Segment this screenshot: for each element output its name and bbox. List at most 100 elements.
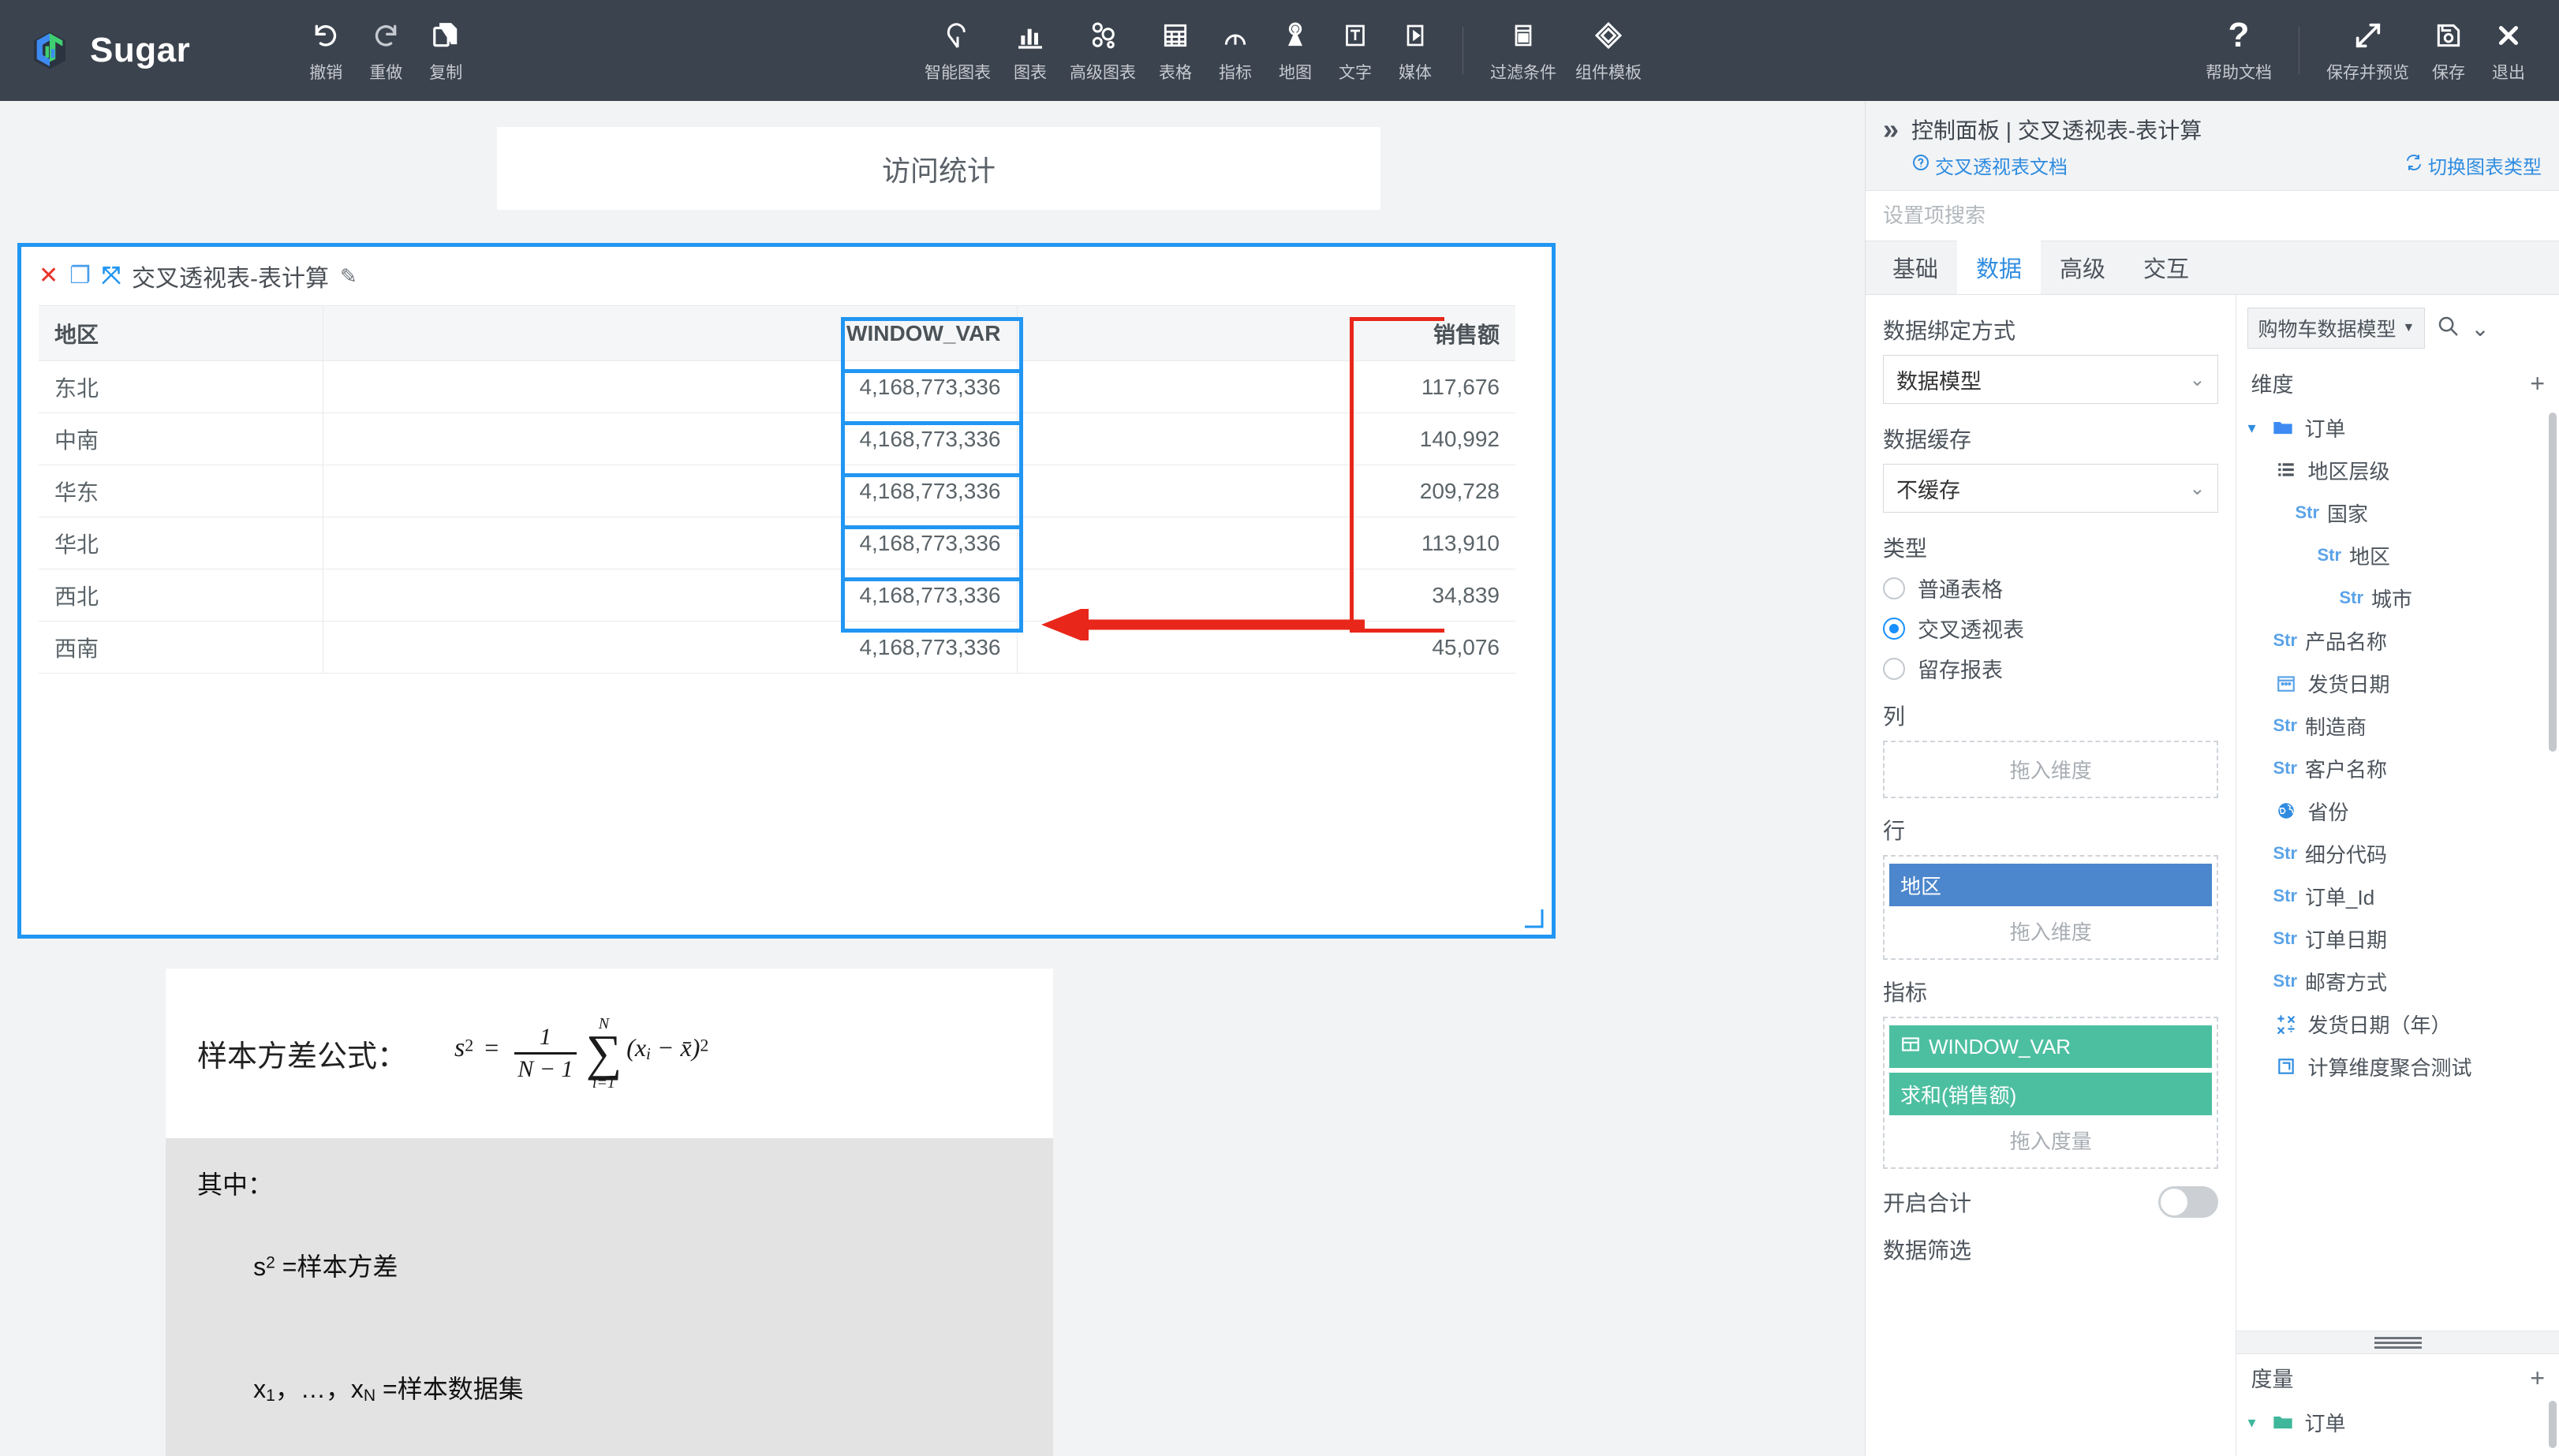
insert-smart-chart-label: 智能图表: [925, 64, 991, 82]
save-button[interactable]: 保存: [2419, 11, 2479, 90]
variance-formula: s2 = 1 N − 1 N ∑ i=1 (xi − x̄)2: [454, 1016, 708, 1090]
insert-media-button[interactable]: 媒体: [1385, 11, 1445, 90]
duplicate-icon[interactable]: ❐: [69, 264, 91, 288]
radio-pivot-table[interactable]: 交叉透视表: [1883, 613, 2218, 644]
dimension-list-scrollbar[interactable]: [2549, 413, 2557, 752]
search-icon[interactable]: [2436, 314, 2460, 343]
tree-node-segment-code[interactable]: Str 细分代码: [2236, 832, 2559, 875]
radio-icon: [1883, 657, 1905, 680]
tree-node-city[interactable]: Str 城市: [2236, 577, 2559, 619]
string-type-icon: Str: [2339, 588, 2364, 607]
insert-map-button[interactable]: 地图: [1265, 11, 1325, 90]
tab-advanced[interactable]: 高级: [2041, 241, 2124, 294]
chevron-down-icon[interactable]: ⌄: [2471, 315, 2489, 342]
rows-dropzone[interactable]: 地区 拖入维度: [1883, 855, 2219, 960]
tree-node-ship-date-year[interactable]: 发货日期（年）: [2236, 1002, 2559, 1045]
brand: Sugar: [27, 28, 190, 73]
note-line-mean: x̄=样本数据集的平均值: [197, 1451, 1022, 1456]
tree-node-ship-mode[interactable]: Str 邮寄方式: [2236, 960, 2559, 1002]
panel-header-links: 交叉透视表文档 切换图表类型: [1911, 151, 2542, 179]
pivot-col-header-region[interactable]: 地区: [39, 305, 323, 361]
undo-button[interactable]: 撤销: [296, 11, 356, 90]
tree-node-ship-date-label: 发货日期: [2307, 672, 2390, 696]
metric-chip-sales-sum[interactable]: 求和(销售额): [1889, 1073, 2213, 1115]
filter-button[interactable]: 过滤条件: [1481, 11, 1566, 90]
note-x-text: =样本数据集: [375, 1375, 524, 1404]
string-type-icon: Str: [2273, 758, 2298, 778]
tree-node-region[interactable]: Str 地区: [2236, 534, 2559, 577]
insert-advanced-chart-button[interactable]: 高级图表: [1060, 11, 1145, 90]
expand-icon[interactable]: ⤧: [102, 264, 121, 288]
tree-node-product-name[interactable]: Str 产品名称: [2236, 619, 2559, 662]
save-and-preview-button[interactable]: 保存并预览: [2317, 11, 2419, 90]
bar-chart-icon: [1014, 17, 1046, 54]
widget-resize-handle[interactable]: [1523, 908, 1544, 928]
insert-text-button[interactable]: 文字: [1325, 11, 1385, 90]
table-row[interactable]: 西南 4,168,773,336 45,076: [39, 621, 1515, 674]
formula-eq: =: [484, 1033, 499, 1062]
switch-chart-type-button[interactable]: 切换图表类型: [2404, 151, 2542, 179]
chevron-down-icon: ▾: [2247, 1413, 2256, 1432]
measure-list-scrollbar[interactable]: [2549, 1401, 2557, 1448]
cell-sales: 113,910: [1017, 517, 1515, 569]
calculation-icon: [2273, 1014, 2299, 1034]
metrics-dropzone[interactable]: WINDOW_VAR 求和(销售额) 拖入度量: [1883, 1017, 2219, 1169]
tree-node-region-hierarchy[interactable]: 地区层级: [2236, 449, 2559, 491]
pivot-col-header-sales[interactable]: 销售额: [1017, 305, 1515, 361]
exit-button[interactable]: 退出: [2479, 11, 2538, 90]
tab-basic[interactable]: 基础: [1873, 241, 1957, 294]
component-template-button[interactable]: 组件模板: [1566, 11, 1651, 90]
cache-select[interactable]: 不缓存 ⌄: [1883, 464, 2219, 513]
help-doc-button[interactable]: ? 帮助文档: [2196, 11, 2281, 90]
tree-node-order-id[interactable]: Str 订单_Id: [2236, 875, 2559, 917]
tree-node-measure-orders[interactable]: ▾ 订单: [2236, 1401, 2559, 1443]
radio-normal-table[interactable]: 普通表格: [1883, 573, 2218, 603]
total-toggle[interactable]: [2158, 1186, 2219, 1218]
copy-button[interactable]: 复制: [416, 11, 476, 90]
tree-node-order-date[interactable]: Str 订单日期: [2236, 917, 2559, 960]
cell-sales: 45,076: [1017, 621, 1515, 674]
tree-node-ship-date[interactable]: 发货日期: [2236, 662, 2559, 704]
model-selector[interactable]: 购物车数据模型 ▼: [2247, 308, 2426, 349]
tree-node-country[interactable]: Str 国家: [2236, 491, 2559, 534]
table-row[interactable]: 华东 4,168,773,336 209,728: [39, 465, 1515, 517]
table-row[interactable]: 华北 4,168,773,336 113,910: [39, 517, 1515, 569]
redo-button[interactable]: 重做: [356, 11, 416, 90]
table-row[interactable]: 中南 4,168,773,336 140,992: [39, 413, 1515, 465]
type-label: 类型: [1883, 536, 1928, 561]
settings-search-input[interactable]: [1883, 203, 2542, 228]
radio-retention-report[interactable]: 留存报表: [1883, 653, 2218, 684]
columns-dropzone[interactable]: 拖入维度: [1883, 741, 2219, 798]
tree-node-customer-name[interactable]: Str 客户名称: [2236, 747, 2559, 790]
row-chip-region[interactable]: 地区: [1889, 864, 2213, 906]
note-x-subn: N: [363, 1387, 376, 1406]
close-icon[interactable]: ✕: [39, 264, 58, 288]
table-row[interactable]: 西北 4,168,773,336 34,839: [39, 569, 1515, 622]
binding-select[interactable]: 数据模型 ⌄: [1883, 355, 2219, 404]
insert-table-button[interactable]: 表格: [1145, 11, 1205, 90]
insert-chart-button[interactable]: 图表: [1000, 11, 1060, 90]
tree-node-province[interactable]: 省份: [2236, 790, 2559, 832]
tree-node-orders[interactable]: ▾ 订单: [2236, 406, 2559, 449]
pivot-col-header-window-var[interactable]: WINDOW_VAR: [323, 305, 1018, 361]
tab-interaction[interactable]: 交互: [2124, 241, 2208, 294]
add-dimension-icon[interactable]: +: [2530, 371, 2545, 396]
pivot-table-widget[interactable]: ✕ ❐ ⤧ 交叉透视表-表计算 ✎ 地区 WINDOW_VAR 销售额 东北 4…: [17, 243, 1556, 939]
insert-text-label: 文字: [1339, 64, 1372, 82]
collapse-panel-icon[interactable]: »: [1883, 114, 1899, 145]
insert-metric-button[interactable]: 指标: [1205, 11, 1265, 90]
tree-node-manufacturer[interactable]: Str 制造商: [2236, 704, 2559, 747]
dimension-section-header: 维度 +: [2236, 360, 2559, 406]
tree-splitter-handle[interactable]: [2236, 1331, 2559, 1354]
add-measure-icon[interactable]: +: [2530, 1365, 2545, 1391]
formula-text-widget[interactable]: 样本方差公式： s2 = 1 N − 1 N ∑ i=1 (xi − x̄)2 …: [166, 969, 1053, 1456]
tab-data[interactable]: 数据: [1957, 241, 2042, 294]
metric-chip-window-var[interactable]: WINDOW_VAR: [1889, 1025, 2213, 1068]
total-toggle-row: 开启合计: [1883, 1186, 2219, 1218]
tree-node-calc-dim-agg-test[interactable]: 计算维度聚合测试: [2236, 1045, 2559, 1088]
table-row[interactable]: 东北 4,168,773,336 117,676: [39, 360, 1515, 413]
doc-link[interactable]: 交叉透视表文档: [1911, 151, 2068, 179]
insert-smart-chart-button[interactable]: 智能图表: [915, 11, 1000, 90]
title-card-widget[interactable]: 访问统计: [497, 127, 1380, 210]
edit-pencil-icon[interactable]: ✎: [340, 264, 357, 289]
